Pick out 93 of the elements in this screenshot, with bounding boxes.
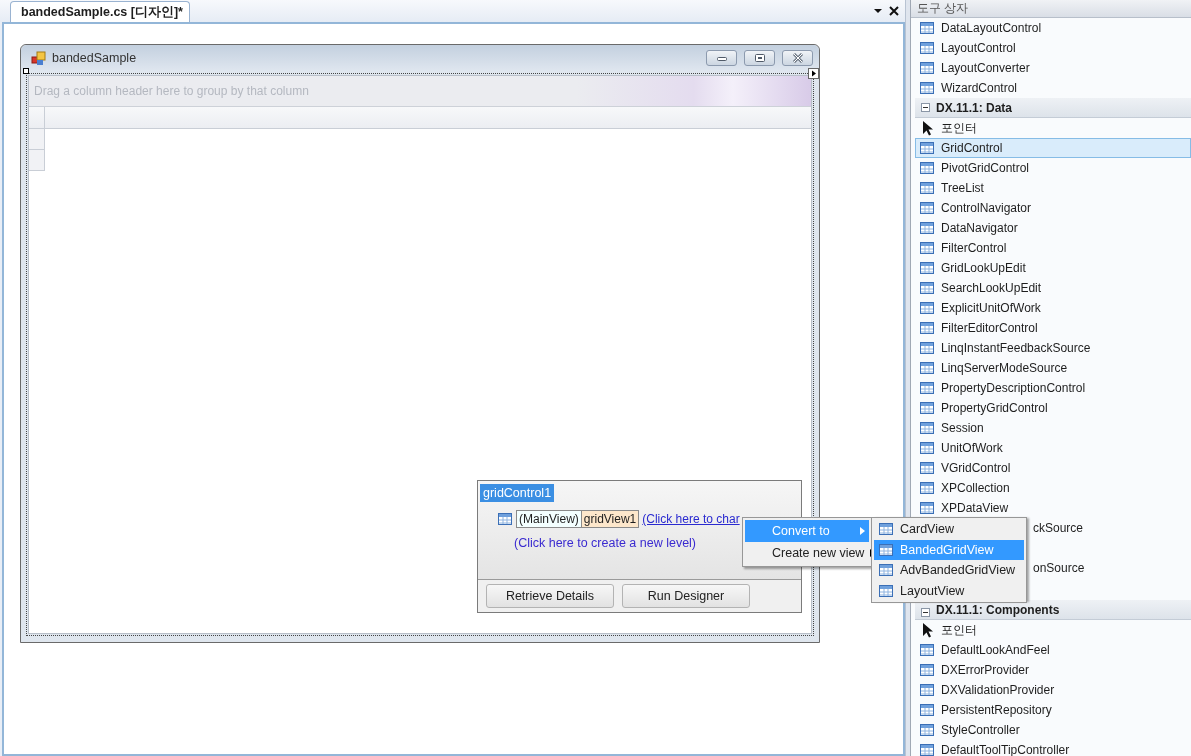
minimize-button[interactable] bbox=[706, 50, 737, 66]
toolbox-item[interactable]: LayoutControl bbox=[915, 38, 1191, 58]
toolbox-item[interactable]: DXErrorProvider bbox=[915, 660, 1191, 680]
toolbox-item[interactable]: DefaultLookAndFeel bbox=[915, 640, 1191, 660]
smart-tag-icon[interactable] bbox=[808, 68, 819, 79]
toolbox-item[interactable]: DefaultToolTipController bbox=[915, 740, 1191, 756]
grid-icon bbox=[878, 582, 894, 599]
close-icon[interactable] bbox=[889, 6, 899, 16]
grid-icon bbox=[919, 200, 935, 216]
toolbox-title: 도구 상자 bbox=[911, 0, 1191, 18]
grid-icon bbox=[919, 480, 935, 496]
toolbox-item[interactable]: PropertyGridControl bbox=[915, 398, 1191, 418]
collapse-icon[interactable] bbox=[921, 608, 930, 617]
grid-icon bbox=[919, 400, 935, 416]
toolbox-item[interactable]: Session bbox=[915, 418, 1191, 438]
menu-item[interactable]: AdvBandedGridView bbox=[874, 560, 1024, 581]
designer-button[interactable]: Run Designer bbox=[622, 584, 750, 608]
grid-icon bbox=[919, 180, 935, 196]
grid-icon bbox=[919, 702, 935, 718]
grid-icon bbox=[919, 380, 935, 396]
toolbox-item[interactable]: SearchLookUpEdit bbox=[915, 278, 1191, 298]
grid-icon bbox=[878, 541, 894, 558]
main-view-label: (MainView) bbox=[516, 510, 581, 528]
menu-item[interactable]: CardView bbox=[874, 519, 1024, 540]
grid-icon bbox=[919, 280, 935, 296]
grid-icon bbox=[919, 140, 935, 156]
toolbox-item[interactable]: LinqServerModeSource bbox=[915, 358, 1191, 378]
toolbox-item[interactable]: UnitOfWork bbox=[915, 438, 1191, 458]
toolbox-item[interactable]: DataLayoutControl bbox=[915, 18, 1191, 38]
grid-icon bbox=[919, 160, 935, 176]
toolbox-item[interactable]: FilterControl bbox=[915, 238, 1191, 258]
grid-icon bbox=[919, 320, 935, 336]
toolbox-item[interactable]: WizardControl bbox=[915, 78, 1191, 98]
toolbox-item[interactable]: VGridControl bbox=[915, 458, 1191, 478]
form-title: bandedSample bbox=[52, 51, 137, 65]
toolbox-item[interactable]: GridControl bbox=[915, 138, 1191, 158]
grid-icon bbox=[919, 662, 935, 678]
close-button[interactable] bbox=[782, 50, 813, 66]
row-indicator bbox=[29, 150, 45, 171]
change-view-link[interactable]: (Click here to char bbox=[642, 512, 740, 526]
grid-icon bbox=[878, 562, 894, 579]
designer-button[interactable]: Retrieve Details bbox=[486, 584, 614, 608]
new-level-link[interactable]: (Click here to create a new level) bbox=[514, 536, 697, 550]
grid-icon bbox=[919, 240, 935, 256]
row-indicator bbox=[29, 129, 45, 150]
toolbox-item[interactable]: StyleController bbox=[915, 720, 1191, 740]
maximize-icon bbox=[753, 53, 766, 63]
grid-icon bbox=[919, 220, 935, 236]
toolbox-item[interactable]: FilterEditorControl bbox=[915, 318, 1191, 338]
toolbox-item[interactable]: PivotGridControl bbox=[915, 158, 1191, 178]
toolbox-item[interactable]: TreeList bbox=[915, 178, 1191, 198]
toolbox-item[interactable]: ControlNavigator bbox=[915, 198, 1191, 218]
grid-icon bbox=[919, 722, 935, 738]
grid-icon bbox=[919, 500, 935, 516]
grid-icon bbox=[919, 440, 935, 456]
toolbox-item[interactable]: XPCollection bbox=[915, 478, 1191, 498]
dropdown-icon[interactable] bbox=[873, 6, 883, 16]
toolbox-item[interactable]: 포인터 bbox=[915, 620, 1191, 640]
form-icon bbox=[31, 50, 47, 66]
grid-icon bbox=[497, 511, 513, 527]
toolbox-item[interactable]: GridLookUpEdit bbox=[915, 258, 1191, 278]
toolbox-item[interactable]: XPDataView bbox=[915, 498, 1191, 518]
toolbox-item[interactable]: ExplicitUnitOfWork bbox=[915, 298, 1191, 318]
toolbox-item[interactable]: PropertyDescriptionControl bbox=[915, 378, 1191, 398]
toolbox-item[interactable]: onSource bbox=[1029, 558, 1089, 578]
grid-icon bbox=[919, 260, 935, 276]
toolbox-item[interactable]: ckSource bbox=[1029, 518, 1088, 538]
view-name[interactable]: gridView1 bbox=[580, 510, 640, 528]
menu-item[interactable]: LayoutView bbox=[874, 580, 1024, 601]
grid-icon bbox=[919, 420, 935, 436]
grid-icon bbox=[919, 682, 935, 698]
maximize-button[interactable] bbox=[744, 50, 775, 66]
grid-icon bbox=[919, 20, 935, 36]
grid-icon bbox=[919, 642, 935, 658]
selection-handle-icon bbox=[23, 68, 29, 74]
document-tab[interactable]: bandedSample.cs [디자인]* bbox=[10, 1, 190, 22]
grid-icon bbox=[878, 521, 894, 538]
grid-icon bbox=[919, 460, 935, 476]
close-icon bbox=[790, 53, 805, 63]
grid-icon bbox=[919, 40, 935, 56]
toolbox-item[interactable]: DXValidationProvider bbox=[915, 680, 1191, 700]
collapse-icon[interactable] bbox=[921, 103, 930, 112]
minimize-icon bbox=[715, 54, 728, 62]
toolbox-item[interactable]: DataNavigator bbox=[915, 218, 1191, 238]
grid-icon bbox=[919, 60, 935, 76]
toolbox-item[interactable]: 포인터 bbox=[915, 118, 1191, 138]
toolbox-item[interactable]: LinqInstantFeedbackSource bbox=[915, 338, 1191, 358]
grid-icon bbox=[919, 360, 935, 376]
grid-icon bbox=[919, 340, 935, 356]
toolbox-item[interactable]: PersistentRepository bbox=[915, 700, 1191, 720]
grid-icon bbox=[919, 80, 935, 96]
grid-icon bbox=[919, 300, 935, 316]
toolbox-item[interactable]: LayoutConverter bbox=[915, 58, 1191, 78]
